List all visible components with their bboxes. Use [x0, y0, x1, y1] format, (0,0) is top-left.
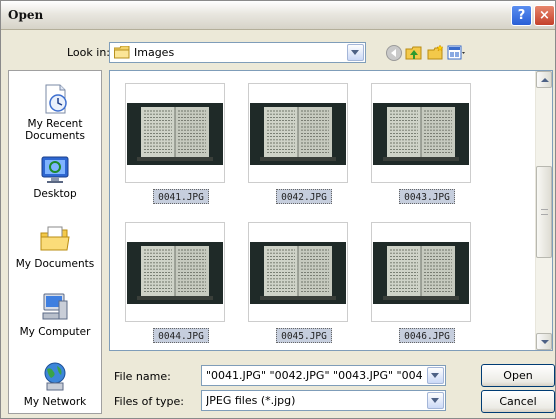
file-name-label: File name: [114, 370, 171, 383]
folder-icon [114, 46, 130, 59]
thumbnail-frame [248, 222, 348, 322]
my-network-icon [44, 362, 66, 391]
grip-icon [541, 209, 548, 215]
place-my-computer[interactable]: My Computer [9, 291, 101, 338]
close-button[interactable]: × [534, 5, 555, 26]
title-bar[interactable]: Open ? × [1, 1, 555, 30]
look-in-label: Look in: [67, 46, 110, 59]
place-recent-label-line1: My Recent [27, 118, 83, 130]
place-my-network-label: My Network [23, 396, 87, 408]
my-documents-icon [40, 226, 70, 251]
book-page-image [127, 103, 223, 165]
up-folder-icon[interactable] [405, 44, 423, 62]
place-desktop[interactable]: Desktop [9, 153, 101, 200]
look-in-value: Images [134, 46, 175, 59]
recent-documents-icon [45, 84, 67, 114]
files-of-type-label: Files of type: [114, 395, 185, 408]
vertical-scrollbar[interactable] [535, 71, 552, 350]
book-page-image [373, 242, 469, 304]
look-in-dropdown-button[interactable] [347, 44, 364, 61]
book-page-image [127, 242, 223, 304]
window-title: Open [8, 8, 44, 22]
book-page-image [250, 242, 346, 304]
places-bar: My Recent Documents Desktop My Documents [8, 70, 102, 414]
place-desktop-label: Desktop [33, 188, 77, 200]
chevron-down-icon [431, 398, 439, 403]
files-of-type-select[interactable]: JPEG files (*.jpg) [201, 390, 446, 411]
help-button[interactable]: ? [511, 5, 532, 26]
thumbnail-frame [125, 83, 225, 183]
scroll-down-button[interactable] [536, 333, 552, 350]
open-dialog: Open ? × Look in: Images My Recent Docum… [0, 0, 556, 419]
new-folder-icon[interactable] [427, 44, 445, 62]
file-name-label: 0044.JPG [153, 328, 209, 343]
file-name-value: "0041.JPG" "0042.JPG" "0043.JPG" "0044.J… [206, 369, 422, 382]
files-of-type-dropdown-button[interactable] [427, 392, 444, 409]
back-icon[interactable] [385, 44, 403, 62]
chevron-up-icon [541, 78, 549, 82]
chevron-down-icon [351, 50, 359, 55]
file-list-view[interactable]: 0041.JPG 0042.JPG 0043.JPG 0044.JPG 0045… [109, 70, 553, 351]
chevron-down-icon [541, 340, 549, 344]
book-page-image [250, 103, 346, 165]
place-my-documents-label: My Documents [15, 258, 95, 270]
file-name-label: 0045.JPG [276, 328, 332, 343]
place-my-computer-label: My Computer [19, 326, 91, 338]
book-page-image [373, 103, 469, 165]
file-name-label: 0046.JPG [399, 328, 455, 343]
look-in-combo[interactable]: Images [109, 42, 366, 63]
thumbnail-frame [371, 222, 471, 322]
view-menu-icon[interactable] [447, 44, 465, 62]
scroll-up-button[interactable] [536, 71, 552, 88]
file-name-label: 0042.JPG [276, 189, 332, 204]
file-name-input[interactable]: "0041.JPG" "0042.JPG" "0043.JPG" "0044.J… [201, 365, 446, 386]
place-recent-documents[interactable]: My Recent Documents [9, 83, 101, 142]
cancel-button[interactable]: Cancel [481, 390, 555, 413]
open-button[interactable]: Open [481, 364, 555, 387]
thumbnail-frame [125, 222, 225, 322]
my-computer-icon [42, 293, 68, 320]
place-my-documents[interactable]: My Documents [9, 223, 101, 270]
scroll-thumb[interactable] [536, 166, 552, 258]
place-recent-label-line2: Documents [25, 130, 85, 142]
chevron-down-icon [431, 373, 439, 378]
desktop-icon [41, 156, 69, 183]
thumbnail-frame [371, 83, 471, 183]
file-name-label: 0043.JPG [399, 189, 455, 204]
file-name-label: 0041.JPG [153, 189, 209, 204]
place-my-network[interactable]: My Network [9, 361, 101, 408]
thumbnail-frame [248, 83, 348, 183]
files-of-type-value: JPEG files (*.jpg) [206, 394, 296, 407]
file-name-dropdown-button[interactable] [427, 367, 444, 384]
